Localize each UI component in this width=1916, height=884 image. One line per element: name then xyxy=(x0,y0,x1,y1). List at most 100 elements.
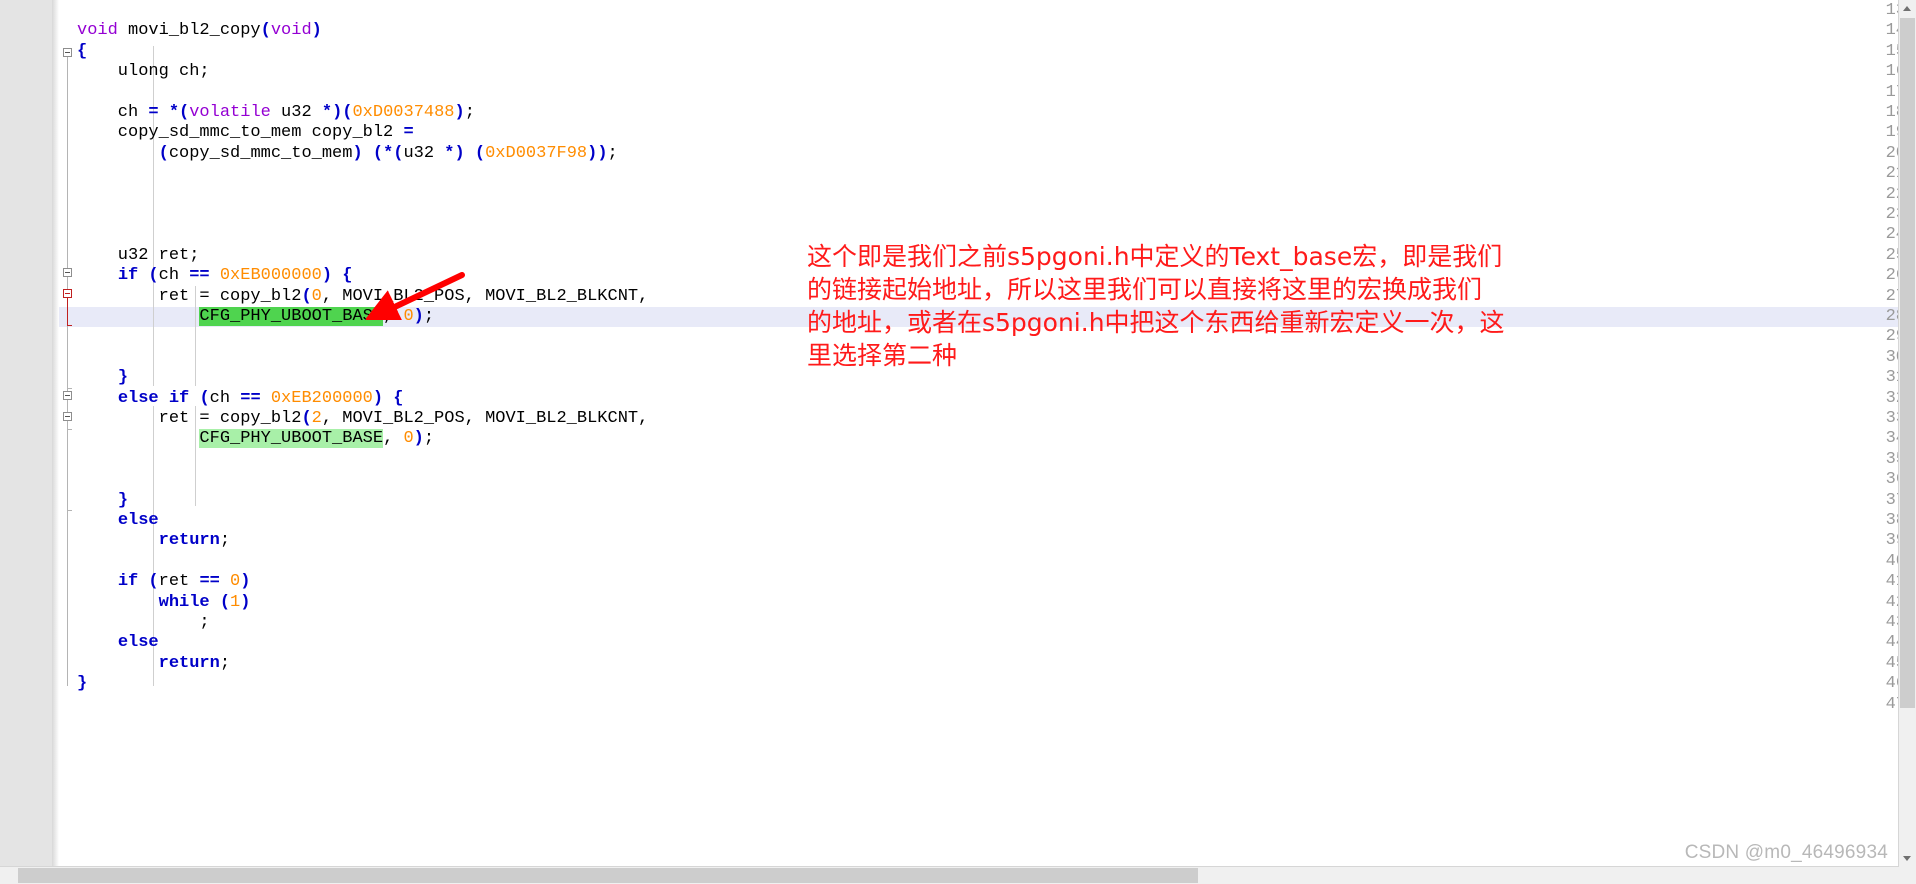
code-token: ret xyxy=(158,572,200,592)
code-token: ( xyxy=(301,286,312,306)
horizontal-scrollbar[interactable] xyxy=(0,866,1899,884)
fold-toggle-icon[interactable] xyxy=(63,48,72,57)
line-number-gutter xyxy=(0,0,53,884)
code-token: ulong ch; xyxy=(77,62,210,82)
code-line[interactable]: copy_sd_mmc_to_mem copy_bl2 = xyxy=(77,123,414,143)
code-token: void xyxy=(77,21,129,41)
code-content[interactable]: void movi_bl2_copy(void){ ulong ch; ch =… xyxy=(77,0,1916,884)
code-token: ; xyxy=(423,429,435,449)
annotation-text-block: 这个即是我们之前s5pgoni.h中定义的Text_base宏，即是我们 的链接起… xyxy=(807,240,1577,372)
code-token: == xyxy=(189,266,210,286)
code-line[interactable]: void movi_bl2_copy(void) xyxy=(77,21,322,41)
code-token: { xyxy=(77,41,88,61)
code-line[interactable]: CFG_PHY_UBOOT_BASE, 0); xyxy=(77,429,434,449)
code-editor[interactable]: 13 14 15 16 17 18 19 20 21 22 23 24 25 26 27 28 29 30 31 32… xyxy=(0,0,1916,884)
code-token: void xyxy=(270,21,312,41)
code-token: while xyxy=(158,592,210,612)
code-token: if xyxy=(117,266,139,286)
code-line[interactable]: } xyxy=(77,674,87,694)
fold-range-line xyxy=(67,57,68,686)
scroll-up-button[interactable] xyxy=(1899,0,1916,17)
fold-range-end xyxy=(67,429,72,430)
code-token: 1 xyxy=(230,592,241,612)
fold-toggle-icon[interactable] xyxy=(63,268,72,277)
code-token: 0xD0037488 xyxy=(352,103,455,122)
selected-token: CFG_PHY_UBOOT_BASE xyxy=(199,307,384,326)
code-line[interactable]: u32 ret; xyxy=(77,246,200,266)
code-token: , MOVI_BL2_POS, MOVI_BL2_BLKCNT, xyxy=(321,409,649,428)
code-line[interactable]: if (ch == 0xEB000000) { xyxy=(77,266,353,286)
annotation-line: 的链接起始地址，所以这里我们可以直接将这里的宏换成我们 xyxy=(807,275,1483,304)
code-line[interactable]: return; xyxy=(77,654,230,674)
horizontal-scrollbar-thumb[interactable] xyxy=(18,868,1198,883)
code-token: 0 xyxy=(311,286,322,306)
code-token: ( xyxy=(148,572,159,592)
code-token: } xyxy=(117,368,129,388)
annotation-line: 里选择第二种 xyxy=(807,341,958,370)
vertical-scrollbar-thumb[interactable] xyxy=(1900,18,1915,708)
code-line[interactable]: (copy_sd_mmc_to_mem) (*(u32 *) (0xD0037F… xyxy=(77,144,618,164)
code-token: } xyxy=(117,490,129,510)
code-line[interactable]: else xyxy=(77,633,159,653)
code-line[interactable]: ; xyxy=(77,613,209,633)
code-line[interactable]: if (ret == 0) xyxy=(77,572,251,592)
code-token: == xyxy=(199,572,220,592)
code-token: ; xyxy=(219,531,231,551)
code-token: , xyxy=(383,429,404,449)
code-token: = xyxy=(403,123,414,143)
fold-toggle-icon[interactable] xyxy=(63,391,72,400)
code-token: else xyxy=(117,511,159,530)
scroll-down-button[interactable] xyxy=(1899,850,1916,867)
code-line[interactable]: ret = copy_bl2(0, MOVI_BL2_POS, MOVI_BL2… xyxy=(77,286,649,307)
code-token: 0xEB000000 xyxy=(219,266,322,286)
code-token: ( xyxy=(219,592,231,612)
code-token: else xyxy=(117,633,159,653)
fold-range-end xyxy=(67,325,72,326)
code-token: = *( xyxy=(148,103,190,122)
code-token: u32 xyxy=(270,103,322,122)
code-line[interactable]: { xyxy=(77,42,87,62)
code-token: ) xyxy=(240,572,251,592)
code-line[interactable]: } xyxy=(77,368,128,388)
fold-toggle-icon[interactable] xyxy=(63,289,72,298)
code-token: )) xyxy=(587,143,608,163)
code-line[interactable]: } xyxy=(77,491,128,511)
code-line[interactable]: else xyxy=(77,511,159,531)
vertical-scrollbar[interactable] xyxy=(1898,0,1916,884)
code-token: ) xyxy=(454,103,465,122)
code-line[interactable]: ret = copy_bl2(2, MOVI_BL2_POS, MOVI_BL2… xyxy=(77,409,649,429)
code-token: ; xyxy=(607,143,618,163)
code-line[interactable]: while (1) xyxy=(77,592,251,613)
code-line[interactable]: ulong ch; xyxy=(77,62,210,82)
code-line[interactable]: return; xyxy=(77,531,230,551)
fold-toggle-icon[interactable] xyxy=(63,412,72,421)
code-line[interactable]: ch = *(volatile u32 *)(0xD0037488); xyxy=(77,103,475,123)
code-token: ) { xyxy=(372,388,404,408)
code-token: movi_bl2_copy xyxy=(128,21,261,41)
code-token: ; xyxy=(219,653,231,673)
chevron-up-icon xyxy=(1903,6,1911,11)
code-token: copy_sd_mmc_to_mem copy_bl2 xyxy=(77,123,404,143)
code-token: ch xyxy=(77,103,149,122)
code-line[interactable]: else if (ch == 0xEB200000) { xyxy=(77,389,404,409)
code-token: ( xyxy=(301,409,312,428)
code-token: ) xyxy=(311,21,322,41)
fold-range-line xyxy=(67,298,68,325)
code-folding-column[interactable] xyxy=(59,0,77,884)
code-token: copy_sd_mmc_to_mem xyxy=(168,143,353,163)
code-token: 0 xyxy=(403,429,414,449)
code-token: ) { xyxy=(321,266,353,286)
